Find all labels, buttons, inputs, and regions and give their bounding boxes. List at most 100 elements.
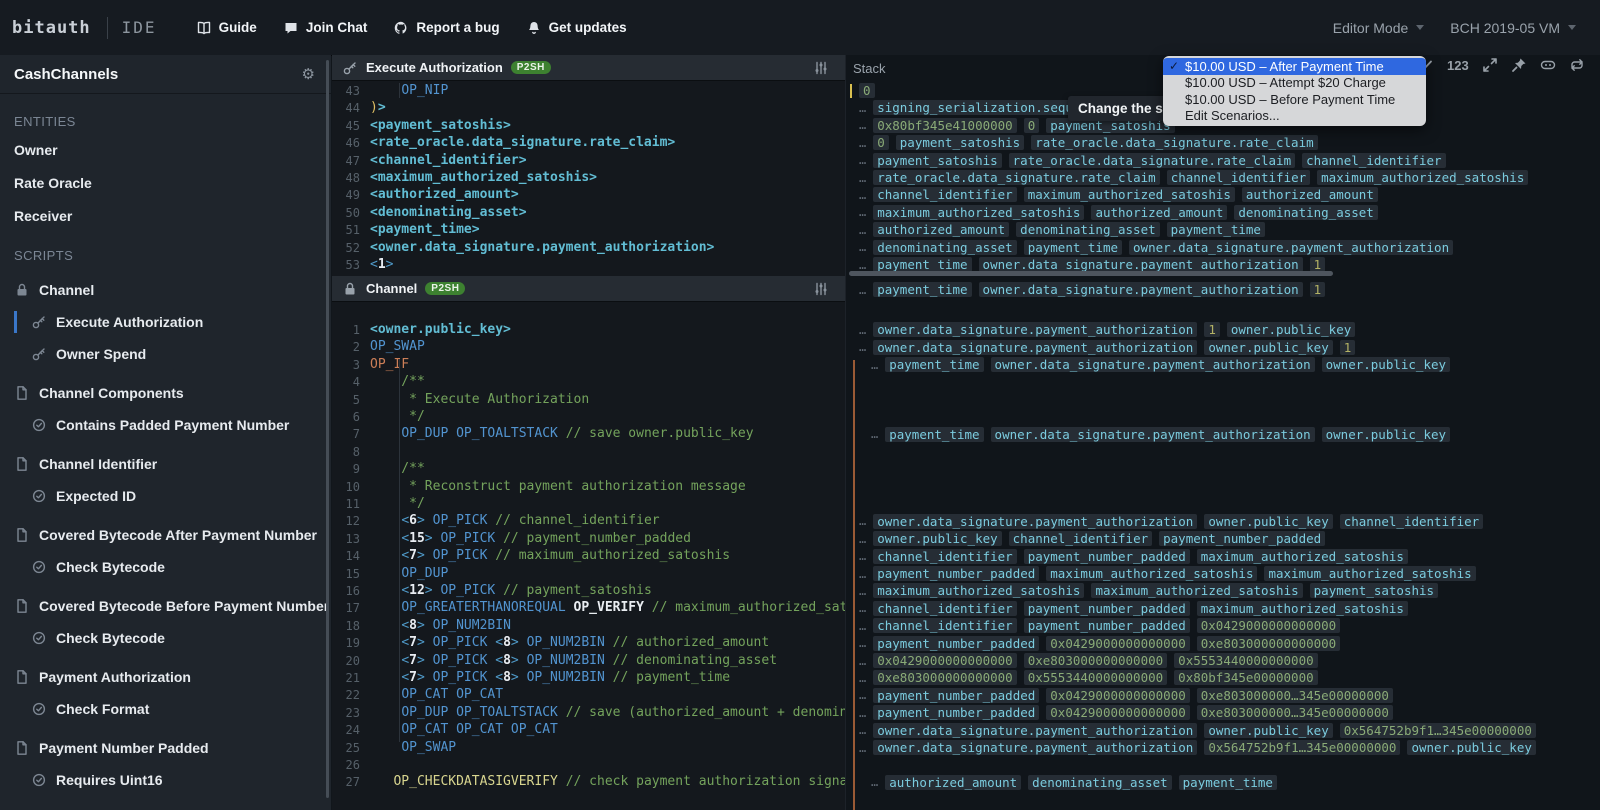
stack-item: channel_identifier — [873, 601, 1016, 616]
sidebar-item-channel-identifier[interactable]: Channel Identifier — [0, 452, 331, 476]
stack-item: payment_time — [873, 257, 971, 272]
sidebar-item-check-bytecode[interactable]: Check Bytecode — [0, 555, 331, 579]
code-text: OP_GREATERTHANOREQUAL OP_VERIFY // maxim… — [370, 599, 845, 617]
code-line[interactable]: 12 <6> OP_PICK // channel_identifier — [332, 512, 845, 530]
stack-item: 0x0429000000000000 — [1046, 688, 1189, 703]
sidebar-item-owner-spend[interactable]: Owner Spend — [0, 342, 331, 366]
code-line[interactable]: 11 */ — [332, 495, 845, 513]
stack-item: authorized_amount — [1091, 205, 1227, 220]
stack-item: maximum_authorized_satoshis — [1317, 170, 1528, 185]
line-number: 46 — [332, 134, 360, 152]
nav-item-get-updates[interactable]: Get updates — [526, 20, 627, 36]
code-line[interactable]: 53<1> — [332, 256, 845, 274]
sidebar-item-expected-id[interactable]: Expected ID — [0, 484, 331, 508]
stack-horizontal-scrollbar[interactable] — [849, 271, 1333, 276]
ellipsis-prefix: … — [859, 584, 866, 598]
nav-item-guide[interactable]: Guide — [196, 20, 257, 36]
code-line[interactable]: 18 <8> OP_NUM2BIN — [332, 617, 845, 635]
code-line[interactable]: 6 */ — [332, 408, 845, 426]
code-line[interactable]: 1<owner.public_key> — [332, 321, 845, 339]
code-line[interactable]: 9 /** — [332, 460, 845, 478]
sidebar-item-execute-authorization[interactable]: Execute Authorization — [0, 310, 331, 334]
pin-icon[interactable] — [1511, 57, 1527, 73]
line-number: 49 — [332, 186, 360, 204]
code-line[interactable]: 17 OP_GREATERTHANOREQUAL OP_VERIFY // ma… — [332, 599, 845, 617]
scenario-menu-item--10-00-usd-before-payment-time[interactable]: $10.00 USD – Before Payment Time — [1163, 91, 1426, 108]
ellipsis-prefix: … — [859, 340, 866, 354]
code-line[interactable]: 13 <15> OP_PICK // payment_number_padded — [332, 530, 845, 548]
code-line[interactable]: 4 /** — [332, 373, 845, 391]
code-text: * Reconstruct payment authorization mess… — [370, 478, 746, 496]
nav-item-report-a-bug[interactable]: Report a bug — [393, 20, 499, 36]
scenario-menu-item-edit-scenarios-[interactable]: Edit Scenarios... — [1163, 108, 1426, 125]
sidebar-item-covered-bytecode-after-payment-number[interactable]: Covered Bytecode After Payment Number — [0, 523, 331, 547]
line-number: 53 — [332, 256, 360, 274]
code-line[interactable]: 7 OP_DUP OP_TOALTSTACK // save owner.pub… — [332, 425, 845, 443]
expand-icon[interactable] — [1482, 57, 1498, 73]
sidebar-item-label: Check Bytecode — [56, 559, 165, 575]
ellipsis-pill-icon[interactable] — [1540, 57, 1556, 73]
sidebar-item-channel[interactable]: Channel — [0, 278, 331, 302]
code-line[interactable]: 47<channel_identifier> — [332, 152, 845, 170]
sidebar-scrollbar[interactable] — [326, 60, 329, 798]
code-line[interactable]: 43 OP_NIP — [332, 82, 845, 100]
code-line[interactable]: 24 OP_CAT OP_CAT OP_CAT — [332, 721, 845, 739]
code-line[interactable]: 19 <7> OP_PICK <8> OP_NUM2BIN // authori… — [332, 634, 845, 652]
code-line[interactable]: 25 OP_SWAP — [332, 739, 845, 757]
sidebar-item-payment-authorization[interactable]: Payment Authorization — [0, 665, 331, 689]
code-line[interactable]: 48<maximum_authorized_satoshis> — [332, 169, 845, 187]
settings-icon[interactable] — [813, 281, 829, 297]
code-line[interactable]: 16 <12> OP_PICK // payment_satoshis — [332, 582, 845, 600]
code-line[interactable]: 20 <7> OP_PICK <8> OP_NUM2BIN // denomin… — [332, 652, 845, 670]
sidebar-item-check-format[interactable]: Check Format — [0, 697, 331, 721]
code-line[interactable]: 14 <7> OP_PICK // maximum_authorized_sat… — [332, 547, 845, 565]
code-line[interactable]: 2OP_SWAP — [332, 338, 845, 356]
sidebar-item-contains-padded-payment-number[interactable]: Contains Padded Payment Number — [0, 413, 331, 437]
numbers-toggle[interactable]: 123 — [1447, 58, 1469, 73]
code-line[interactable]: 23 OP_DUP OP_TOALTSTACK // save (authori… — [332, 704, 845, 722]
sidebar-item-label: Payment Number Padded — [39, 740, 209, 756]
code-line[interactable]: 49<authorized_amount> — [332, 186, 845, 204]
code-line[interactable]: 22 OP_CAT OP_CAT — [332, 686, 845, 704]
code-line[interactable]: 52<owner.data_signature.payment_authoriz… — [332, 239, 845, 257]
sidebar-item-label: Covered Bytecode After Payment Number — [39, 527, 317, 543]
code-line[interactable]: 10 * Reconstruct payment authorization m… — [332, 478, 845, 496]
repeat-icon[interactable] — [1569, 57, 1585, 73]
settings-icon[interactable] — [813, 60, 829, 76]
code-line[interactable]: 26 — [332, 756, 845, 774]
ellipsis-prefix: … — [859, 532, 866, 546]
sidebar-item-receiver[interactable]: Receiver — [0, 204, 331, 228]
sidebar-item-requires-uint16[interactable]: Requires Uint16 — [0, 768, 331, 792]
code-line[interactable]: 50<denominating_asset> — [332, 204, 845, 222]
scenario-menu-item--10-00-usd-attempt-20-charge[interactable]: $10.00 USD – Attempt $20 Charge — [1163, 75, 1426, 92]
code-line[interactable]: 15 OP_DUP — [332, 565, 845, 583]
code-line[interactable]: 21 <7> OP_PICK <8> OP_NUM2BIN // payment… — [332, 669, 845, 687]
sidebar-item-covered-bytecode-before-payment-number[interactable]: Covered Bytecode Before Payment Number — [0, 594, 331, 618]
stack-item: owner.data_signature.payment_authorizati… — [991, 427, 1315, 442]
scenario-menu-item--10-00-usd-after-payment-time[interactable]: ✓$10.00 USD – After Payment Time — [1163, 58, 1426, 75]
stack-item: 0xe803000000…345e00000000 — [1197, 688, 1393, 703]
stack-item: owner.public_key — [1322, 357, 1450, 372]
top-select-bch-2019-05-vm[interactable]: BCH 2019-05 VM — [1440, 16, 1586, 40]
top-select-editor-mode[interactable]: Editor Mode — [1323, 16, 1434, 40]
code-line[interactable]: 45<payment_satoshis> — [332, 117, 845, 135]
sidebar-item-rate-oracle[interactable]: Rate Oracle — [0, 171, 331, 195]
code-line[interactable]: 27 OP_CHECKDATASIGVERIFY // check paymen… — [332, 773, 845, 791]
code-line[interactable]: 46<rate_oracle.data_signature.rate_claim… — [332, 134, 845, 152]
code-line[interactable]: 44)> — [332, 99, 845, 117]
gear-icon[interactable]: ⚙ — [302, 65, 315, 83]
sidebar-item-check-bytecode[interactable]: Check Bytecode — [0, 626, 331, 650]
nav-item-join-chat[interactable]: Join Chat — [283, 20, 368, 36]
code-line[interactable]: 51<payment_time> — [332, 221, 845, 239]
stack-item: owner.data_signature.payment_authorizati… — [873, 322, 1197, 337]
code-line[interactable]: 3OP_IF — [332, 356, 845, 374]
sidebar-item-owner[interactable]: Owner — [0, 138, 331, 162]
stack-item: 0x0429000000000000 — [873, 653, 1016, 668]
stack-item: maximum_authorized_satoshis — [873, 583, 1084, 598]
sidebar-item-channel-components[interactable]: Channel Components — [0, 381, 331, 405]
sidebar-item-payment-number-padded[interactable]: Payment Number Padded — [0, 736, 331, 760]
stack-item: payment_time — [873, 282, 971, 297]
code-line[interactable]: 8 — [332, 443, 845, 461]
sidebar-section-label: ENTITIES — [14, 114, 331, 129]
code-line[interactable]: 5 * Execute Authorization — [332, 391, 845, 409]
